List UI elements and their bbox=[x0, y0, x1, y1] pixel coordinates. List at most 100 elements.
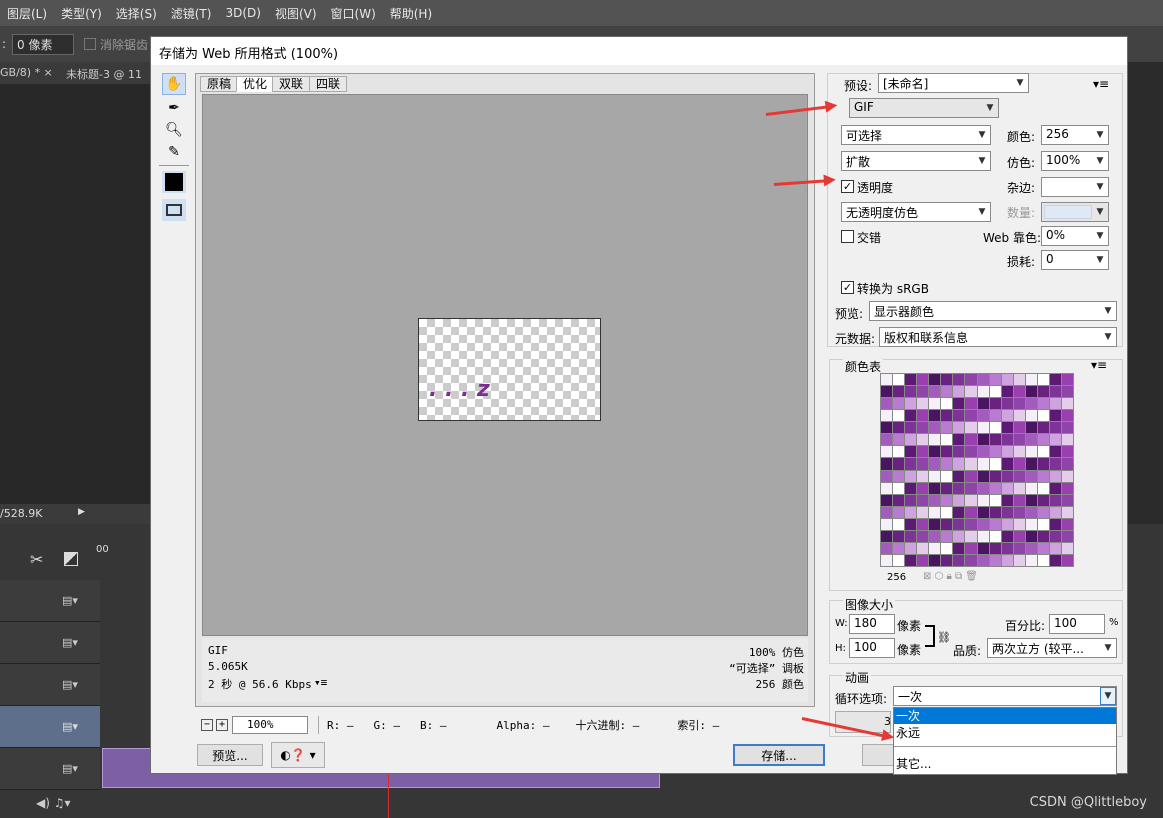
palette-swatch[interactable] bbox=[893, 542, 905, 554]
palette-swatch[interactable] bbox=[1049, 410, 1061, 422]
tab-optimized[interactable]: 优化 bbox=[236, 76, 275, 92]
palette-swatch[interactable] bbox=[953, 494, 965, 506]
palette-swatch[interactable] bbox=[881, 434, 893, 446]
palette-swatch[interactable] bbox=[1001, 482, 1013, 494]
palette-swatch[interactable] bbox=[989, 386, 1001, 398]
palette-swatch[interactable] bbox=[965, 470, 977, 482]
palette-swatch[interactable] bbox=[881, 542, 893, 554]
palette-swatch[interactable] bbox=[965, 446, 977, 458]
zoom-out-button[interactable]: − bbox=[201, 719, 213, 731]
palette-swatch[interactable] bbox=[917, 494, 929, 506]
status-arrow-icon[interactable]: ▶ bbox=[78, 507, 85, 517]
palette-swatch[interactable] bbox=[893, 530, 905, 542]
timeline-track[interactable]: ▤▾ bbox=[0, 748, 100, 790]
menu-window[interactable]: 窗口(W) bbox=[324, 5, 383, 22]
zoom-select[interactable]: 100% bbox=[232, 716, 308, 734]
palette-swatch[interactable] bbox=[893, 386, 905, 398]
height-input[interactable]: 100 bbox=[849, 638, 895, 658]
browser-select[interactable]: ◐❓ ▾ bbox=[271, 742, 325, 768]
palette-swatch[interactable] bbox=[929, 446, 941, 458]
palette-swatch[interactable] bbox=[977, 542, 989, 554]
loop-select[interactable]: 一次 ▼ bbox=[893, 686, 1117, 706]
palette-swatch[interactable] bbox=[941, 518, 953, 530]
metadata-select[interactable]: 版权和联系信息 ▼ bbox=[879, 327, 1117, 347]
palette-swatch[interactable] bbox=[1001, 374, 1013, 386]
palette-swatch[interactable] bbox=[965, 482, 977, 494]
matte-select[interactable]: ▼ bbox=[1041, 177, 1109, 197]
palette-swatch[interactable] bbox=[905, 542, 917, 554]
palette-swatch[interactable] bbox=[1061, 410, 1073, 422]
palette-swatch[interactable] bbox=[977, 482, 989, 494]
palette-swatch[interactable] bbox=[941, 410, 953, 422]
palette-swatch[interactable] bbox=[1049, 518, 1061, 530]
palette-swatch[interactable] bbox=[1061, 530, 1073, 542]
palette-swatch[interactable] bbox=[965, 554, 977, 566]
tab-2up[interactable]: 双联 bbox=[272, 76, 311, 92]
palette-swatch[interactable] bbox=[1001, 398, 1013, 410]
palette-swatch[interactable] bbox=[1037, 482, 1049, 494]
palette-swatch[interactable] bbox=[905, 434, 917, 446]
palette-swatch[interactable] bbox=[1025, 518, 1037, 530]
palette-swatch[interactable] bbox=[989, 458, 1001, 470]
palette-swatch[interactable] bbox=[941, 506, 953, 518]
palette-swatch[interactable] bbox=[977, 506, 989, 518]
palette-swatch[interactable] bbox=[917, 434, 929, 446]
palette-swatch[interactable] bbox=[1025, 494, 1037, 506]
save-button[interactable]: 存储... bbox=[733, 744, 825, 766]
palette-swatch[interactable] bbox=[881, 422, 893, 434]
transparency-checkbox[interactable]: ✓ bbox=[841, 180, 854, 193]
palette-swatch[interactable] bbox=[929, 434, 941, 446]
palette-swatch[interactable] bbox=[1025, 482, 1037, 494]
palette-swatch[interactable] bbox=[929, 554, 941, 566]
palette-swatch[interactable] bbox=[1049, 398, 1061, 410]
palette-swatch[interactable] bbox=[953, 446, 965, 458]
palette-swatch[interactable] bbox=[917, 554, 929, 566]
palette-swatch[interactable] bbox=[1025, 398, 1037, 410]
palette-swatch[interactable] bbox=[1049, 554, 1061, 566]
palette-swatch[interactable] bbox=[905, 422, 917, 434]
scissors-icon[interactable]: ✂ bbox=[30, 550, 43, 569]
palette-swatch[interactable] bbox=[1049, 386, 1061, 398]
palette-swatch[interactable] bbox=[1049, 446, 1061, 458]
film-icon[interactable]: ▤▾ bbox=[62, 678, 78, 691]
palette-swatch[interactable] bbox=[1025, 470, 1037, 482]
menu-filter[interactable]: 滤镜(T) bbox=[164, 5, 219, 22]
palette-swatch[interactable] bbox=[893, 398, 905, 410]
palette-swatch[interactable] bbox=[989, 482, 1001, 494]
loop-option-once[interactable]: 一次 bbox=[894, 708, 1116, 724]
palette-swatch[interactable] bbox=[953, 410, 965, 422]
palette-swatch[interactable] bbox=[893, 446, 905, 458]
palette-swatch[interactable] bbox=[1037, 422, 1049, 434]
palette-swatch[interactable] bbox=[929, 386, 941, 398]
palette-swatch[interactable] bbox=[977, 386, 989, 398]
palette-swatch[interactable] bbox=[953, 470, 965, 482]
palette-swatch[interactable] bbox=[1013, 482, 1025, 494]
palette-swatch[interactable] bbox=[1061, 446, 1073, 458]
palette-swatch[interactable] bbox=[1049, 422, 1061, 434]
palette-swatch[interactable] bbox=[929, 530, 941, 542]
eyedropper-color-swatch[interactable] bbox=[162, 171, 186, 193]
palette-swatch[interactable] bbox=[1049, 506, 1061, 518]
palette-swatch[interactable] bbox=[1001, 386, 1013, 398]
palette-swatch[interactable] bbox=[1025, 434, 1037, 446]
timeline-track[interactable]: ▤▾ bbox=[0, 664, 100, 706]
palette-swatch[interactable] bbox=[1049, 542, 1061, 554]
palette-swatch[interactable] bbox=[1049, 434, 1061, 446]
palette-swatch[interactable] bbox=[1049, 482, 1061, 494]
palette-swatch[interactable] bbox=[1001, 494, 1013, 506]
palette-swatch[interactable] bbox=[941, 422, 953, 434]
palette-swatch[interactable] bbox=[893, 434, 905, 446]
palette-swatch[interactable] bbox=[965, 542, 977, 554]
palette-swatch[interactable] bbox=[989, 554, 1001, 566]
palette-swatch[interactable] bbox=[1025, 458, 1037, 470]
palette-swatch[interactable] bbox=[929, 494, 941, 506]
palette-swatch[interactable] bbox=[953, 422, 965, 434]
palette-swatch[interactable] bbox=[881, 494, 893, 506]
palette-swatch[interactable] bbox=[1061, 542, 1073, 554]
palette-swatch[interactable] bbox=[1025, 530, 1037, 542]
palette-swatch[interactable] bbox=[1001, 470, 1013, 482]
slice-select-icon[interactable]: ✒ bbox=[162, 97, 186, 119]
speed-menu-icon[interactable]: ▾≡ bbox=[314, 676, 327, 689]
palette-swatch[interactable] bbox=[881, 518, 893, 530]
convert-srgb-checkbox[interactable]: ✓ bbox=[841, 281, 854, 294]
